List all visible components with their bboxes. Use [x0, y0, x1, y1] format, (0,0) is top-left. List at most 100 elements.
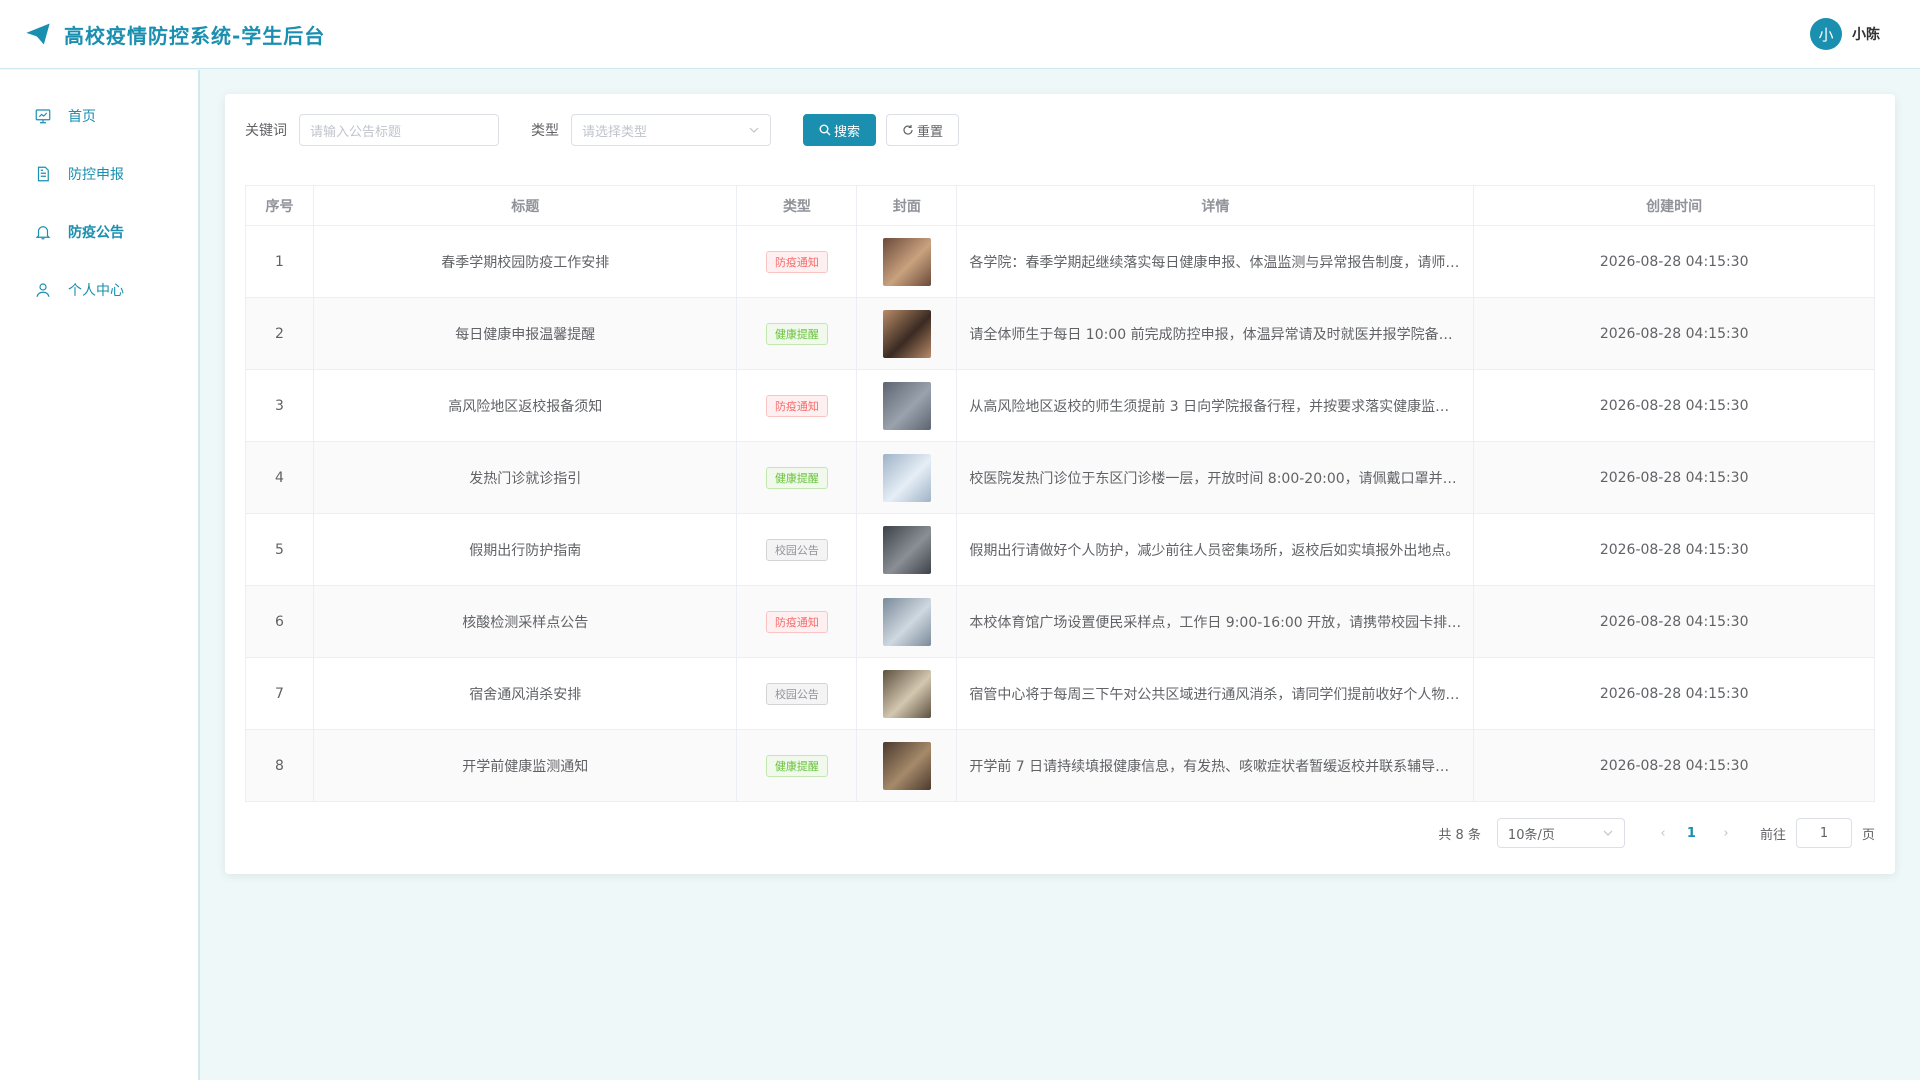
- cell-title: 每日健康申报温馨提醒: [312, 297, 738, 370]
- table-header-row: 序号 标题 类型 封面 详情 创建时间: [245, 185, 1875, 226]
- cell-detail: 假期出行请做好个人防护，减少前往人员密集场所，返校后如实填报外出地点。: [956, 513, 1475, 586]
- cell-index: 5: [245, 513, 314, 586]
- user-icon: [36, 283, 50, 297]
- cell-created-time: 2026-08-28 04:15:30: [1473, 369, 1875, 442]
- cell-created-time: 2026-08-28 04:15:30: [1473, 297, 1875, 370]
- type-tag: 防疫通知: [765, 250, 828, 273]
- cell-index: 6: [245, 585, 314, 658]
- avatar[interactable]: 小: [1810, 18, 1842, 50]
- type-tag: 健康提醒: [765, 754, 828, 777]
- cell-title: 核酸检测采样点公告: [312, 585, 738, 658]
- table-row: 8 开学前健康监测通知 健康提醒 开学前 7 日请持续填报健康信息，有发热、咳嗽症状者…: [245, 729, 1875, 802]
- chevron-down-icon: [1603, 830, 1613, 836]
- next-page-button[interactable]: ›: [1714, 826, 1738, 841]
- cell-cover: [856, 585, 958, 658]
- cell-type: 健康提醒: [736, 297, 858, 370]
- goto-page-input[interactable]: 1: [1795, 818, 1852, 848]
- cell-type: 防疫通知: [736, 585, 858, 658]
- search-button-label: 搜索: [834, 124, 861, 140]
- cell-index: 3: [245, 369, 314, 442]
- sidebar-item-announcements[interactable]: 防疫公告: [0, 203, 198, 261]
- cell-index: 1: [245, 225, 314, 298]
- cover-image[interactable]: [882, 741, 931, 790]
- sidebar: 首页 防控申报 防疫公告 个人中心: [0, 70, 200, 1080]
- cover-image[interactable]: [882, 309, 931, 358]
- sidebar-item-declaration[interactable]: 防控申报: [0, 145, 198, 203]
- cover-image[interactable]: [882, 597, 931, 646]
- column-header: 序号: [245, 185, 314, 226]
- total-count: 共 8 条: [1438, 827, 1481, 843]
- cell-detail: 宿管中心将于每周三下午对公共区域进行通风消杀，请同学们提前收好个人物…: [956, 657, 1475, 730]
- user-menu[interactable]: 小 小陈: [1810, 18, 1880, 50]
- type-tag: 健康提醒: [765, 466, 828, 489]
- cell-type: 校园公告: [736, 513, 858, 586]
- cover-image[interactable]: [882, 381, 931, 430]
- cover-image[interactable]: [882, 525, 931, 574]
- top-header: 高校疫情防控系统-学生后台 小 小陈: [0, 0, 1920, 69]
- cell-title: 春季学期校园防疫工作安排: [312, 225, 738, 298]
- cell-index: 7: [245, 657, 314, 730]
- cell-type: 校园公告: [736, 657, 858, 730]
- table-row: 3 高风险地区返校报备须知 防疫通知 从高风险地区返校的师生须提前 3 日向学院报备行…: [245, 369, 1875, 442]
- cell-title: 宿舍通风消杀安排: [312, 657, 738, 730]
- column-header: 类型: [736, 185, 858, 226]
- sidebar-item-home[interactable]: 首页: [0, 87, 198, 145]
- type-tag: 校园公告: [765, 682, 828, 705]
- table-row: 7 宿舍通风消杀安排 校园公告 宿管中心将于每周三下午对公共区域进行通风消杀，请同学们…: [245, 657, 1875, 730]
- type-tag: 防疫通知: [765, 610, 828, 633]
- cell-cover: [856, 657, 958, 730]
- page-number-current[interactable]: 1: [1687, 826, 1696, 841]
- filter-bar: 关键词 请输入公告标题 类型 请选择类型 搜索 重置: [245, 114, 960, 146]
- cell-cover: [856, 729, 958, 802]
- paper-plane-icon: [26, 23, 50, 45]
- app-title: 高校疫情防控系统-学生后台: [64, 23, 326, 48]
- keyword-placeholder: 请输入公告标题: [310, 124, 402, 140]
- cover-image[interactable]: [882, 453, 931, 502]
- cell-cover: [856, 513, 958, 586]
- cell-cover: [856, 441, 958, 514]
- search-icon: [819, 124, 831, 136]
- cell-created-time: 2026-08-28 04:15:30: [1473, 657, 1875, 730]
- reset-button-label: 重置: [917, 124, 944, 140]
- cell-created-time: 2026-08-28 04:15:30: [1473, 225, 1875, 298]
- type-tag: 健康提醒: [765, 322, 828, 345]
- cell-detail: 开学前 7 日请持续填报健康信息，有发热、咳嗽症状者暂缓返校并联系辅导…: [956, 729, 1475, 802]
- cell-index: 8: [245, 729, 314, 802]
- cell-type: 防疫通知: [736, 225, 858, 298]
- cell-cover: [856, 369, 958, 442]
- document-icon: [37, 166, 49, 182]
- reset-button[interactable]: 重置: [886, 114, 960, 146]
- table-row: 6 核酸检测采样点公告 防疫通知 本校体育馆广场设置便民采样点，工作日 9:00-16…: [245, 585, 1875, 658]
- type-tag: 防疫通知: [765, 394, 828, 417]
- cell-index: 2: [245, 297, 314, 370]
- cell-created-time: 2026-08-28 04:15:30: [1473, 513, 1875, 586]
- content-card: 关键词 请输入公告标题 类型 请选择类型 搜索 重置 序号 标题 类型 封面 详…: [225, 94, 1895, 874]
- sidebar-item-label: 防控申报: [68, 167, 124, 183]
- prev-page-button[interactable]: ‹: [1651, 826, 1675, 841]
- cell-cover: [856, 297, 958, 370]
- cell-created-time: 2026-08-28 04:15:30: [1473, 585, 1875, 658]
- cell-title: 开学前健康监测通知: [312, 729, 738, 802]
- sidebar-item-label: 个人中心: [68, 283, 124, 299]
- keyword-input[interactable]: 请输入公告标题: [299, 114, 499, 146]
- search-button[interactable]: 搜索: [803, 114, 877, 146]
- page-size-select[interactable]: 10条/页: [1496, 818, 1625, 848]
- column-header: 封面: [856, 185, 958, 226]
- cell-type: 防疫通知: [736, 369, 858, 442]
- sidebar-item-label: 首页: [68, 109, 96, 125]
- type-select[interactable]: 请选择类型: [571, 114, 771, 146]
- cell-detail: 本校体育馆广场设置便民采样点，工作日 9:00-16:00 开放，请携带校园卡排…: [956, 585, 1475, 658]
- column-header: 创建时间: [1473, 185, 1875, 226]
- page-size-value: 10条/页: [1507, 827, 1555, 843]
- cover-image[interactable]: [882, 237, 931, 286]
- sidebar-item-profile[interactable]: 个人中心: [0, 261, 198, 319]
- keyword-label: 关键词: [245, 123, 287, 139]
- username[interactable]: 小陈: [1852, 24, 1880, 44]
- cell-cover: [856, 225, 958, 298]
- cell-detail: 各学院：春季学期起继续落实每日健康申报、体温监测与异常报告制度，请师…: [956, 225, 1475, 298]
- pagination: 共 8 条 10条/页 ‹ 1 › 前往 1 页: [1438, 818, 1875, 848]
- cell-created-time: 2026-08-28 04:15:30: [1473, 441, 1875, 514]
- chevron-down-icon: [749, 127, 759, 133]
- type-tag: 校园公告: [765, 538, 828, 561]
- cover-image[interactable]: [882, 669, 931, 718]
